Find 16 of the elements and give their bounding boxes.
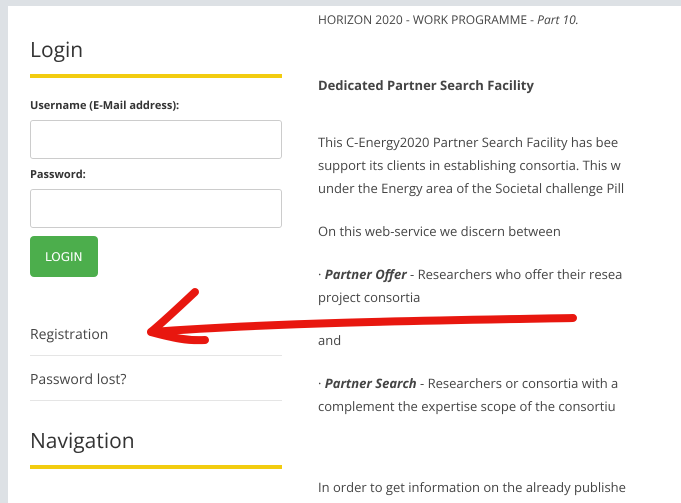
sidebar-link[interactable]: Password lost? (30, 370, 126, 389)
paragraph: In order to get information on the already publishe (318, 477, 627, 498)
field-label: Username (E-Mail address): (30, 98, 180, 113)
paragraph: On this web-service we discern between (318, 221, 562, 242)
paragraph: and (318, 330, 342, 351)
login-heading: Login (30, 36, 84, 64)
section-heading: Dedicated Partner Search Facility (318, 75, 535, 96)
page-title: HORIZON 2020 - WORK PROGRAMME - Part 10. (318, 10, 580, 30)
navigation-heading: Navigation (30, 427, 136, 455)
input-field[interactable] (30, 189, 282, 228)
paragraph: This C-Energy2020 Partner Search Facility has bee support its clients in establishing consortia. This w under the Energy area of the Societal challenge Pill (318, 132, 626, 199)
sidebar-link[interactable]: Registration (30, 325, 108, 344)
paragraph: · Partner Offer - Researchers who offer their resea project consortia (318, 264, 624, 308)
input-field[interactable] (30, 120, 282, 159)
field-label: Password: (30, 167, 87, 182)
paragraph: · Partner Search - Researchers or consortia with a complement the expertise scope of the consortiu (318, 373, 620, 417)
